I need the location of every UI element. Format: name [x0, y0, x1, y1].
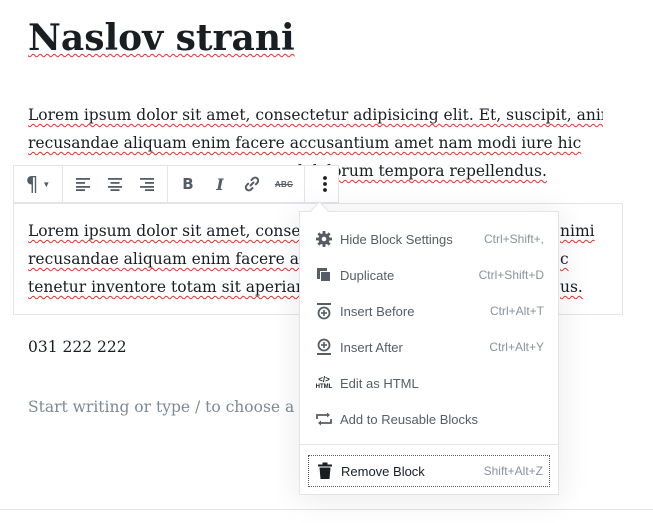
chevron-down-icon: ▼ [42, 179, 51, 189]
menu-item-label: Insert Before [340, 303, 415, 319]
duplicate-icon [314, 265, 334, 285]
html-icon: </> HTML [314, 373, 334, 393]
menu-item-shortcut: Ctrl+Shift+D [478, 268, 544, 282]
menu-item-insert-before[interactable]: Insert Before Ctrl+Alt+T [308, 297, 550, 325]
align-left-icon [76, 178, 90, 191]
align-left-button[interactable] [67, 166, 99, 202]
block-settings-menu: Hide Block Settings Ctrl+Shift+, Duplica… [299, 211, 559, 495]
menu-item-shortcut: Ctrl+Shift+, [483, 232, 544, 246]
paragraph-icon: ¶ [25, 172, 39, 196]
bold-icon: B [182, 175, 194, 193]
menu-item-shortcut: Ctrl+Alt+Y [489, 340, 544, 354]
paragraph-line: Lorem ipsum dolor sit amet, consectetur … [28, 106, 603, 124]
align-center-button[interactable] [99, 166, 131, 202]
phone-paragraph[interactable]: 031 222 222 [28, 333, 127, 361]
reusable-icon [314, 409, 334, 429]
italic-icon: I [216, 174, 224, 194]
format-group: B I ABC [168, 166, 305, 202]
block-toolbar: ¶ ▼ B I ABC [13, 165, 339, 203]
bold-button[interactable]: B [172, 166, 204, 202]
align-right-button[interactable] [131, 166, 163, 202]
alignment-group [63, 166, 168, 202]
menu-item-shortcut: Shift+Alt+Z [483, 464, 543, 478]
strikethrough-icon: ABC [274, 179, 294, 189]
block-switcher-group: ¶ ▼ [14, 166, 63, 202]
insert-before-icon [314, 301, 334, 321]
align-center-icon [108, 178, 122, 191]
paragraph-line: recusandae aliquam enim facere accusanti… [28, 134, 582, 152]
menu-item-insert-after[interactable]: Insert After Ctrl+Alt+Y [308, 333, 550, 361]
menu-item-edit-as-html[interactable]: </> HTML Edit as HTML [308, 369, 550, 397]
menu-item-hide-block-settings[interactable]: Hide Block Settings Ctrl+Shift+, [308, 225, 550, 253]
menu-item-add-to-reusable-blocks[interactable]: Add to Reusable Blocks [308, 405, 550, 433]
strikethrough-button[interactable]: ABC [268, 166, 300, 202]
gear-icon [314, 229, 334, 249]
menu-item-shortcut: Ctrl+Alt+T [489, 304, 544, 318]
html-icon-brackets: </> [318, 374, 330, 384]
menu-item-label: Edit as HTML [340, 375, 419, 391]
menu-divider [300, 444, 558, 445]
menu-item-remove-block[interactable]: Remove Block Shift+Alt+Z [308, 455, 550, 487]
link-button[interactable] [236, 166, 268, 202]
menu-item-label: Hide Block Settings [340, 231, 453, 247]
new-block-placeholder[interactable]: Start writing or type / to choose a bl [28, 393, 314, 421]
menu-item-duplicate[interactable]: Duplicate Ctrl+Shift+D [308, 261, 550, 289]
trash-icon [315, 461, 335, 481]
menu-item-label: Add to Reusable Blocks [340, 411, 479, 427]
page-title-text: Naslov strani [28, 17, 295, 59]
italic-button[interactable]: I [204, 166, 236, 202]
more-options-button[interactable] [309, 166, 341, 202]
html-icon-text: HTML [315, 383, 333, 390]
divider [0, 509, 653, 510]
block-type-switcher[interactable]: ¶ ▼ [18, 166, 58, 202]
align-right-icon [140, 178, 154, 191]
more-options-icon [323, 176, 327, 192]
link-icon [244, 176, 260, 192]
insert-after-icon [314, 337, 334, 357]
menu-item-label: Insert After [340, 339, 403, 355]
menu-item-label: Duplicate [340, 267, 395, 283]
more-group [305, 166, 345, 202]
menu-item-label: Remove Block [341, 463, 425, 479]
page-title[interactable]: Naslov strani [28, 12, 295, 64]
